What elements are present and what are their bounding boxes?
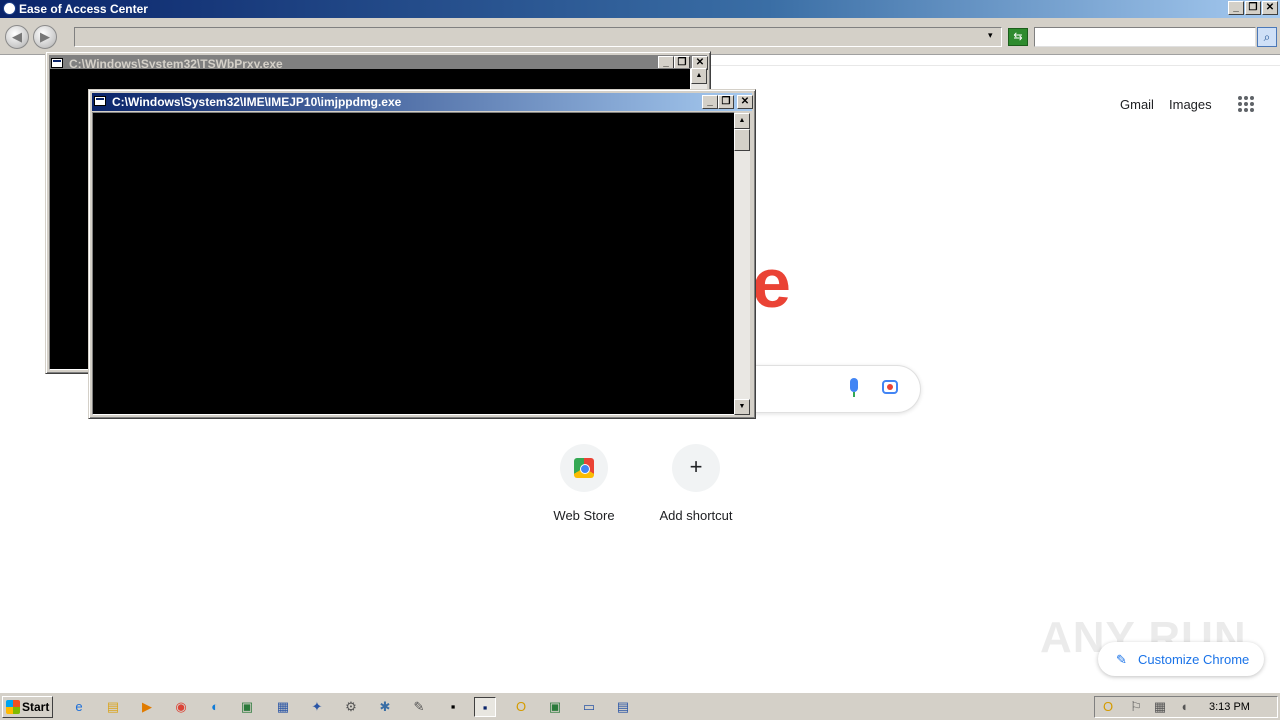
customize-chrome-label: Customize Chrome bbox=[1138, 652, 1250, 667]
edge-icon[interactable]: ◐ bbox=[204, 697, 226, 717]
back-button[interactable]: ◀ bbox=[5, 25, 29, 49]
start-label: Start bbox=[22, 700, 50, 714]
console-window-imjppdmg[interactable]: C:\Windows\System32\IME\IMEJP10\imjppdmg… bbox=[88, 89, 756, 419]
images-link[interactable]: Images bbox=[1169, 97, 1212, 112]
web-store-tile[interactable] bbox=[560, 444, 608, 492]
windows-logo-icon bbox=[6, 700, 20, 714]
app-icon[interactable]: ⚙ bbox=[340, 697, 362, 717]
plus-icon[interactable]: + bbox=[672, 444, 720, 492]
close-button[interactable]: ✕ bbox=[737, 95, 753, 109]
tool-icon[interactable]: ✦ bbox=[306, 697, 328, 717]
settings-icon[interactable]: ✱ bbox=[374, 697, 396, 717]
ease-of-access-titlebar[interactable]: Ease of Access Center _ ❐ ✕ bbox=[0, 0, 1280, 18]
start-button[interactable]: Start bbox=[2, 696, 53, 718]
console-icon bbox=[51, 58, 63, 68]
scroll-up-button[interactable]: ▲ bbox=[734, 113, 750, 129]
cmd-icon[interactable]: ▪ bbox=[442, 697, 464, 717]
remote-icon[interactable]: ▭ bbox=[578, 697, 600, 717]
system-tray: O ⚐ ▦ ◖ 3:13 PM bbox=[1094, 696, 1278, 718]
minimize-button[interactable]: _ bbox=[702, 95, 718, 109]
close-button[interactable]: ✕ bbox=[1262, 1, 1278, 15]
web-store-icon bbox=[574, 458, 594, 478]
ease-of-access-icon bbox=[3, 2, 16, 15]
active-console-icon[interactable]: ▪ bbox=[474, 697, 496, 717]
forward-button[interactable]: ▶ bbox=[33, 25, 57, 49]
console-icon bbox=[94, 96, 106, 106]
address-field[interactable] bbox=[74, 27, 1002, 47]
gmail-link[interactable]: Gmail bbox=[1120, 97, 1154, 112]
flag-icon[interactable]: ⚐ bbox=[1125, 697, 1147, 717]
scroll-down-button[interactable]: ▼ bbox=[734, 399, 750, 415]
scroll-up-button[interactable]: ▲ bbox=[691, 68, 707, 84]
console-titlebar[interactable]: C:\Windows\System32\IME\IMEJP10\imjppdmg… bbox=[92, 93, 753, 111]
shortcut-web-store[interactable]: Web Store bbox=[524, 444, 644, 523]
refresh-button[interactable]: ⇆ bbox=[1008, 28, 1028, 46]
microphone-icon[interactable] bbox=[850, 378, 858, 397]
search-icon[interactable]: ⌕ bbox=[1257, 27, 1277, 47]
address-toolbar: ◀ ▶ ▾ ⇆ ⌕ bbox=[0, 18, 1280, 55]
app2-icon[interactable]: ▤ bbox=[612, 697, 634, 717]
console-title: C:\Windows\System32\IME\IMEJP10\imjppdmg… bbox=[112, 95, 402, 109]
pencil-icon: ✎ bbox=[1116, 652, 1127, 667]
vertical-scrollbar[interactable]: ▲ ▼ bbox=[734, 113, 750, 415]
shortcut-label: Web Store bbox=[553, 508, 615, 523]
customize-chrome-button[interactable]: ✎ Customize Chrome bbox=[1098, 642, 1264, 676]
explorer-icon[interactable]: ▤ bbox=[102, 697, 124, 717]
volume-icon[interactable]: ◖ bbox=[1173, 697, 1195, 717]
scroll-thumb[interactable] bbox=[734, 129, 750, 151]
console-icon[interactable]: ▣ bbox=[236, 697, 258, 717]
restore-button[interactable]: ❐ bbox=[1245, 1, 1261, 15]
google-logo: e bbox=[752, 244, 791, 322]
window-title: Ease of Access Center bbox=[19, 2, 148, 16]
network-icon[interactable]: ▦ bbox=[272, 697, 294, 717]
outlook-icon[interactable]: O bbox=[510, 697, 532, 717]
media-player-icon[interactable]: ▶ bbox=[136, 697, 158, 717]
toolbar-divider bbox=[700, 65, 1280, 66]
network-tray-icon[interactable]: ▦ bbox=[1149, 697, 1171, 717]
clock[interactable]: 3:13 PM bbox=[1209, 701, 1250, 713]
chrome-icon[interactable]: ◉ bbox=[170, 697, 192, 717]
address-dropdown-icon[interactable]: ▾ bbox=[988, 30, 993, 41]
camera-lens-icon[interactable] bbox=[882, 380, 898, 394]
maximize-button[interactable]: ❐ bbox=[718, 95, 734, 109]
ie-icon[interactable]: e bbox=[68, 697, 90, 717]
google-apps-icon[interactable] bbox=[1238, 96, 1254, 112]
ease-icon[interactable]: ✎ bbox=[408, 697, 430, 717]
console2-icon[interactable]: ▣ bbox=[544, 697, 566, 717]
minimize-button[interactable]: _ bbox=[1228, 1, 1244, 15]
shortcut-label: Add shortcut bbox=[659, 508, 733, 523]
shortcut-add[interactable]: + Add shortcut bbox=[636, 444, 756, 523]
outlook-tray-icon[interactable]: O bbox=[1097, 697, 1119, 717]
taskbar: Start e ▤ ▶ ◉ ◐ ▣ ▦ ✦ ⚙ ✱ ✎ ▪ ▪ O ▣ ▭ ▤ … bbox=[0, 692, 1280, 720]
search-input[interactable] bbox=[1034, 27, 1256, 47]
console-output[interactable] bbox=[92, 112, 735, 415]
